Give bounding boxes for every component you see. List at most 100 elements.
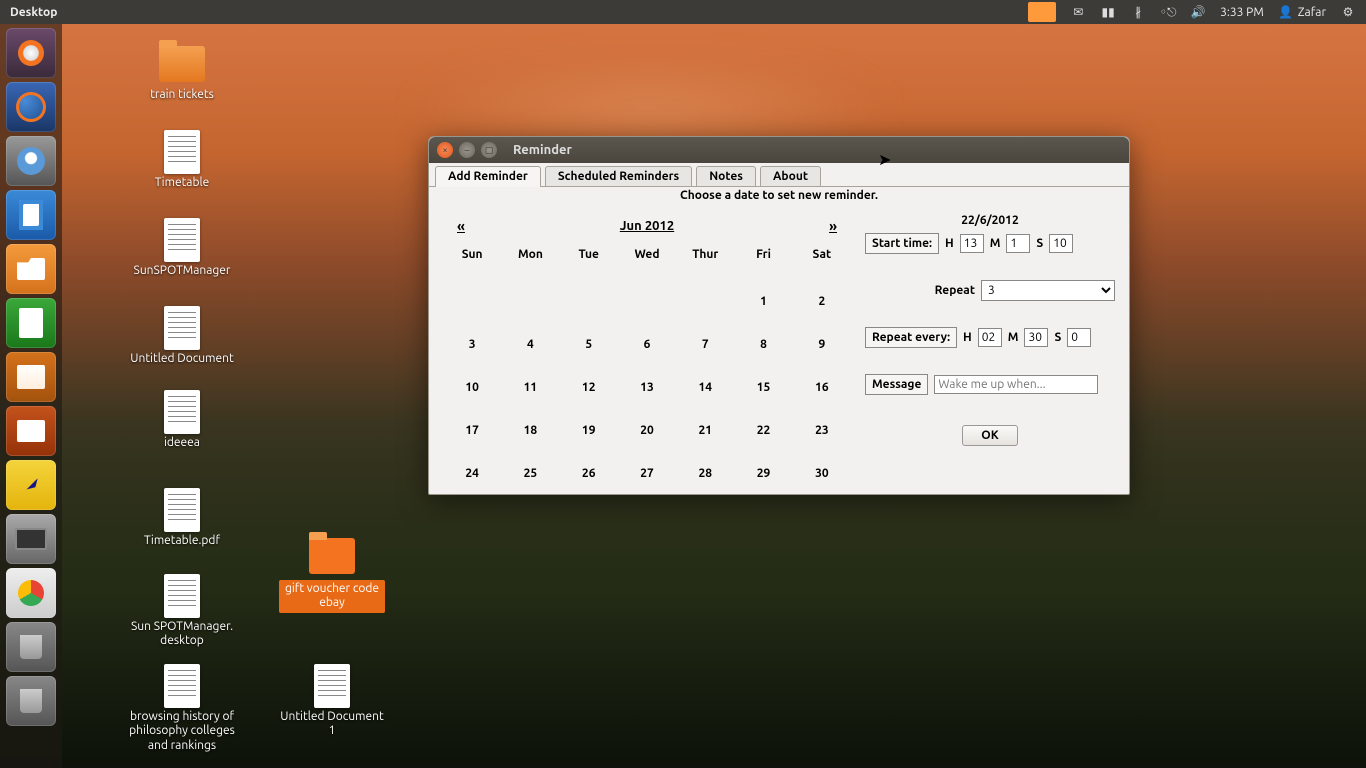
calendar-day[interactable]: 16 <box>793 381 851 394</box>
desktop-icon-timetable[interactable]: Timetable <box>112 130 252 190</box>
message-input[interactable] <box>934 375 1098 394</box>
calendar-day[interactable]: 3 <box>443 338 501 351</box>
wifi-icon[interactable]: ◦⎋ <box>1160 4 1176 20</box>
start-sec-input[interactable] <box>1049 234 1073 253</box>
calendar-day-header: Tue <box>560 248 618 265</box>
calendar-day[interactable]: 15 <box>734 381 792 394</box>
user-menu[interactable]: 👤 Zafar <box>1278 4 1326 20</box>
files-icon[interactable] <box>6 244 56 294</box>
repeat-hour-input[interactable] <box>978 328 1002 347</box>
desktop-icon-train-tickets[interactable]: train tickets <box>112 42 252 102</box>
repeat-label: Repeat <box>935 284 975 297</box>
unity-launcher <box>0 24 62 768</box>
calendar-day[interactable]: 8 <box>734 338 792 351</box>
calendar-day[interactable]: 28 <box>676 467 734 480</box>
calendar-day[interactable]: 13 <box>618 381 676 394</box>
bluetooth-icon[interactable]: ∦ <box>1130 4 1146 20</box>
calendar-day[interactable]: 24 <box>443 467 501 480</box>
calendar-day[interactable]: 9 <box>793 338 851 351</box>
chromium-icon[interactable] <box>6 136 56 186</box>
calendar-day[interactable]: 6 <box>618 338 676 351</box>
tab-scheduled-reminders[interactable]: Scheduled Reminders <box>545 166 692 186</box>
top-panel: Desktop ✉ ▮▮ ∦ ◦⎋ 🔊 3:33 PM 👤 Zafar ⚙ <box>0 0 1366 24</box>
calendar-day[interactable]: 5 <box>560 338 618 351</box>
repeat-min-input[interactable] <box>1024 328 1048 347</box>
desktop-icon-label: SunSPOTManager <box>134 264 231 278</box>
calendar-day[interactable]: 17 <box>443 424 501 437</box>
calendar-day[interactable]: 25 <box>501 467 559 480</box>
calendar-day[interactable]: 26 <box>560 467 618 480</box>
writer-icon[interactable] <box>6 190 56 240</box>
clock[interactable]: 3:33 PM <box>1220 6 1264 19</box>
calendar-day[interactable]: 21 <box>676 424 734 437</box>
calendar-day[interactable]: 11 <box>501 381 559 394</box>
dash-icon[interactable] <box>6 28 56 78</box>
calendar-empty <box>618 295 676 308</box>
calendar-day-header: Mon <box>501 248 559 265</box>
h-label: H <box>945 237 954 250</box>
calendar-day[interactable]: 2 <box>793 295 851 308</box>
desktop-icon-sunspotmanager-desktop[interactable]: Sun SPOTManager. desktop <box>112 574 252 649</box>
repeat-sec-input[interactable] <box>1067 328 1091 347</box>
calendar-day-header: Wed <box>618 248 676 265</box>
desktop-icon-ideeea[interactable]: ideeea <box>112 390 252 450</box>
calendar-day[interactable]: 18 <box>501 424 559 437</box>
software-center-icon[interactable] <box>6 352 56 402</box>
devices-icon[interactable] <box>6 514 56 564</box>
window-titlebar[interactable]: × – ▢ Reminder <box>429 137 1129 163</box>
desktop-icon-untitled-document-1[interactable]: Untitled Document 1 <box>262 664 402 739</box>
volume-icon[interactable]: 🔊 <box>1190 4 1206 20</box>
instruction-text: Choose a date to set new reminder. <box>429 187 1129 208</box>
next-month-button[interactable]: » <box>829 218 837 234</box>
desktop-icon-label: gift voucher code ebay <box>279 580 385 613</box>
close-icon[interactable]: × <box>437 142 453 158</box>
calendar-day[interactable]: 23 <box>793 424 851 437</box>
calendar-day[interactable]: 14 <box>676 381 734 394</box>
chrome-icon[interactable] <box>6 568 56 618</box>
calendar-month-label[interactable]: Jun 2012 <box>620 219 674 233</box>
m-label: M <box>990 237 1001 250</box>
calendar-day[interactable]: 29 <box>734 467 792 480</box>
battery-icon[interactable]: ▮▮ <box>1100 4 1116 20</box>
desktop-icon-label: Timetable.pdf <box>144 534 220 548</box>
repeat-select[interactable]: 3 <box>981 280 1115 301</box>
calendar-day[interactable]: 22 <box>734 424 792 437</box>
desktop-icon-gift-voucher[interactable]: gift voucher code ebay <box>262 534 402 613</box>
desktop-icon-browsing-history[interactable]: browsing history of philosophy colleges … <box>112 664 252 753</box>
trash-icon[interactable] <box>6 622 56 672</box>
tab-about[interactable]: About <box>760 166 821 186</box>
calendar-day-header: Fri <box>734 248 792 265</box>
calendar-day[interactable]: 27 <box>618 467 676 480</box>
start-hour-input[interactable] <box>960 234 984 253</box>
calendar-day[interactable]: 4 <box>501 338 559 351</box>
calendar-day[interactable]: 10 <box>443 381 501 394</box>
calendar-day[interactable]: 30 <box>793 467 851 480</box>
cursor-icon: ➤ <box>878 150 891 169</box>
navigator-icon[interactable] <box>6 460 56 510</box>
desktop-icon-untitled-document[interactable]: Untitled Document <box>112 306 252 366</box>
impress-icon[interactable] <box>6 406 56 456</box>
calendar-day[interactable]: 7 <box>676 338 734 351</box>
calendar-day[interactable]: 20 <box>618 424 676 437</box>
tab-add-reminder[interactable]: Add Reminder <box>435 166 541 186</box>
s-label: S <box>1036 237 1043 250</box>
calendar-day[interactable]: 1 <box>734 295 792 308</box>
desktop-icon-sunspotmanager[interactable]: SunSPOTManager <box>112 218 252 278</box>
calendar-day[interactable]: 19 <box>560 424 618 437</box>
desktop-icon-timetable-pdf[interactable]: Timetable.pdf <box>112 488 252 548</box>
calendar-empty <box>560 295 618 308</box>
workspace-icon[interactable] <box>6 676 56 726</box>
firefox-icon[interactable] <box>6 82 56 132</box>
notification-indicator[interactable] <box>1028 2 1056 22</box>
start-min-input[interactable] <box>1006 234 1030 253</box>
prev-month-button[interactable]: « <box>457 218 465 234</box>
mail-icon[interactable]: ✉ <box>1070 4 1086 20</box>
tab-notes[interactable]: Notes <box>696 166 756 186</box>
calendar-day-header: Sat <box>793 248 851 265</box>
gear-icon[interactable]: ⚙ <box>1340 4 1356 20</box>
minimize-icon[interactable]: – <box>459 142 475 158</box>
ok-button[interactable]: OK <box>962 425 1017 446</box>
calendar-day[interactable]: 12 <box>560 381 618 394</box>
maximize-icon[interactable]: ▢ <box>481 142 497 158</box>
calc-icon[interactable] <box>6 298 56 348</box>
